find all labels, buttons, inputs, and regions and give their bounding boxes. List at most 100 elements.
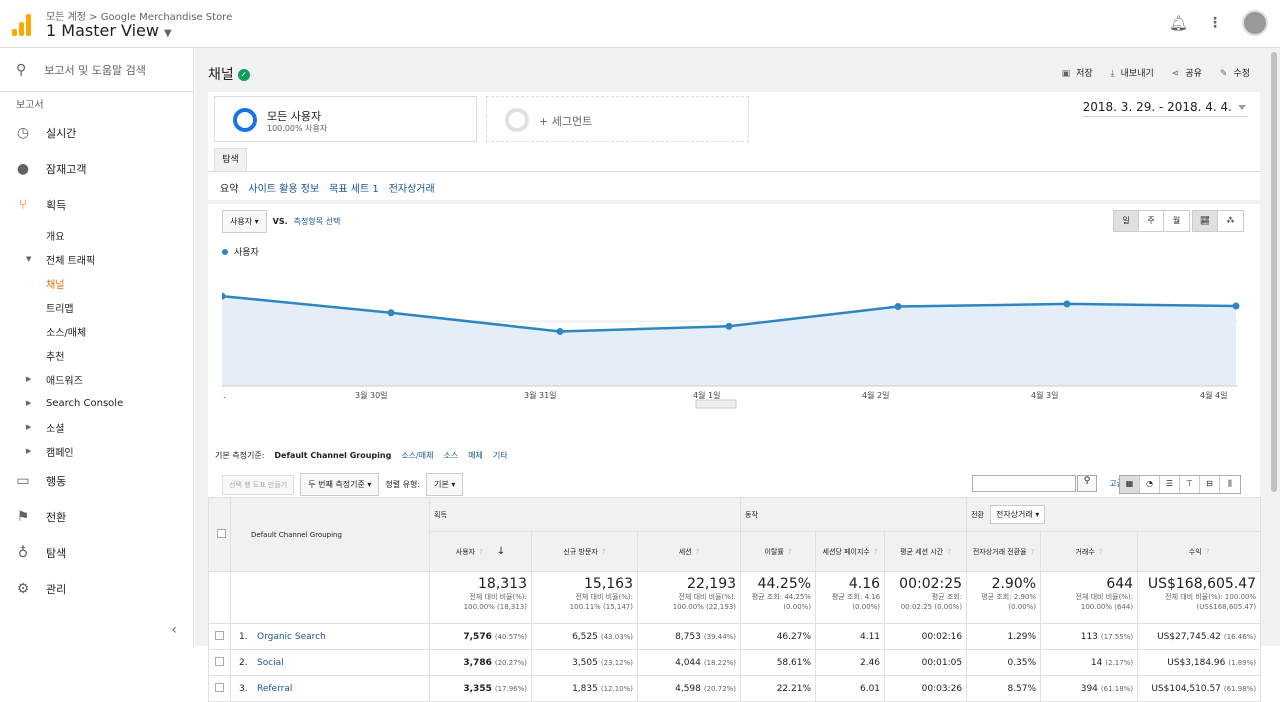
- save-button[interactable]: ▣ 저장: [1062, 66, 1093, 79]
- sort-type-dropdown[interactable]: 기본: [426, 473, 464, 496]
- sidebar-item-acquisition[interactable]: ⑂ 획득: [0, 187, 193, 223]
- help-icon[interactable]: ?: [788, 548, 792, 556]
- search-icon[interactable]: ⚲: [1077, 475, 1097, 492]
- col-users[interactable]: 사용자? ↓: [429, 531, 532, 572]
- date-range-picker[interactable]: 2018. 3. 29. - 2018. 4. 4.: [1082, 100, 1248, 117]
- page-scrollbar[interactable]: [1268, 48, 1280, 646]
- metric-dropdown[interactable]: 사용자: [222, 210, 267, 233]
- table-row[interactable]: 3. Referral 3,355 (17.96%) 1,835 (12.10%) 4,59…: [208, 675, 1262, 702]
- add-segment[interactable]: + 세그먼트: [486, 96, 749, 142]
- secondary-dimension-dropdown[interactable]: 두 번째 측정기준: [300, 473, 380, 496]
- sidebar-item-audience[interactable]: ● 잠재고객: [0, 151, 193, 187]
- sidebar-sub-referrals[interactable]: 추천: [0, 343, 193, 367]
- analytics-logo-icon[interactable]: [12, 14, 32, 36]
- col-transactions[interactable]: 거래수?: [1040, 531, 1139, 572]
- row-checkbox[interactable]: [215, 682, 224, 692]
- data-point[interactable]: [725, 322, 733, 330]
- col-pages-per-session[interactable]: 세션당 페이지수?: [815, 531, 886, 572]
- sidebar-sub-treemaps[interactable]: 트리맵: [0, 295, 193, 319]
- dimension-medium[interactable]: 매체: [468, 450, 483, 461]
- term-cloud-icon[interactable]: ⊟: [1200, 476, 1220, 493]
- select-metric-link[interactable]: 측정항목 선택: [294, 216, 341, 227]
- bell-icon[interactable]: 🔔︎: [1169, 14, 1188, 32]
- help-icon[interactable]: ?: [947, 548, 951, 556]
- data-point[interactable]: [1232, 302, 1240, 310]
- conversion-dropdown[interactable]: 전자상거래: [989, 505, 1046, 524]
- primary-dimension-current[interactable]: Default Channel Grouping: [274, 451, 391, 460]
- view-selector[interactable]: 1 Master View ▼: [46, 21, 172, 40]
- pivot-view-icon[interactable]: ⫼: [1220, 476, 1240, 493]
- col-new-users[interactable]: 신규 방문자?: [531, 531, 638, 572]
- sidebar-sub-channels[interactable]: 채널: [0, 271, 193, 295]
- subtab-site-usage[interactable]: 사이트 활용 정보: [248, 180, 319, 195]
- chart-resize-handle[interactable]: [695, 399, 737, 409]
- sidebar-sub-social[interactable]: ▶ 소셜: [0, 415, 193, 439]
- sidebar-item-admin[interactable]: ⚙ 관리: [0, 571, 193, 607]
- segment-all-users[interactable]: 모든 사용자 100.00% 사용자: [214, 96, 477, 142]
- sidebar-item-behavior[interactable]: ▭ 행동: [0, 463, 193, 499]
- help-icon[interactable]: ?: [1099, 548, 1103, 556]
- more-vert-icon[interactable]: ⋮: [1208, 15, 1222, 31]
- sidebar-sub-search-console[interactable]: ▶ Search Console: [0, 391, 193, 415]
- comparison-view-icon[interactable]: ⊤: [1180, 476, 1200, 493]
- dimension-source-medium[interactable]: 소스/매체: [401, 450, 433, 461]
- sidebar-search[interactable]: ⚲ 보고서 및 도움말 검색: [0, 48, 193, 92]
- data-point[interactable]: [556, 327, 564, 335]
- avatar[interactable]: [1242, 10, 1268, 36]
- tab-explorer[interactable]: 탐색: [214, 148, 247, 172]
- share-button[interactable]: ⋖ 공유: [1172, 66, 1202, 79]
- help-icon[interactable]: ?: [696, 548, 700, 556]
- sidebar-sub-adwords[interactable]: ▶ 애드워즈: [0, 367, 193, 391]
- dimension-source[interactable]: 소스: [443, 450, 458, 461]
- row-checkbox[interactable]: [215, 656, 224, 666]
- table-search-input[interactable]: [972, 475, 1076, 492]
- plot-rows-button[interactable]: 선택 행 도표 만들기: [222, 474, 295, 495]
- sidebar-sub-source-medium[interactable]: 소스/매체: [0, 319, 193, 343]
- table-row[interactable]: 2. Social 3,786 (20.27%) 3,505 (23.12%) 4,044(…: [208, 649, 1262, 676]
- help-icon[interactable]: ?: [1206, 548, 1210, 556]
- data-point[interactable]: [1063, 300, 1071, 308]
- collapse-sidebar-icon[interactable]: ‹: [171, 622, 177, 638]
- subtab-goal-set-1[interactable]: 목표 세트 1: [329, 180, 379, 195]
- sidebar-item-realtime[interactable]: ◷ 실시간: [0, 115, 193, 151]
- select-all-checkbox[interactable]: [217, 529, 226, 538]
- channel-link[interactable]: Referral: [257, 684, 292, 694]
- subtab-ecommerce[interactable]: 전자상거래: [389, 180, 435, 195]
- cell-value: 1.29%: [1007, 631, 1037, 642]
- channel-link[interactable]: Social: [257, 658, 284, 668]
- col-sessions[interactable]: 세션?: [636, 531, 742, 572]
- sidebar-sub-campaigns[interactable]: ▶ 캠페인: [0, 439, 193, 463]
- scrollbar-thumb[interactable]: [1271, 52, 1277, 492]
- dimension-header[interactable]: Default Channel Grouping: [230, 497, 430, 572]
- row-checkbox[interactable]: [215, 630, 224, 640]
- subtab-summary[interactable]: 요약: [220, 180, 238, 195]
- col-revenue[interactable]: 수익?: [1137, 531, 1262, 572]
- help-icon[interactable]: ?: [479, 548, 483, 556]
- data-point[interactable]: [894, 303, 902, 311]
- col-avg-session-duration[interactable]: 평균 세션 시간?: [884, 531, 968, 572]
- sidebar-sub-all-traffic[interactable]: ▼ 전체 트래픽: [0, 247, 193, 271]
- sidebar-item-discover[interactable]: ♁ 탐색: [0, 535, 193, 571]
- help-icon[interactable]: ?: [602, 548, 606, 556]
- sidebar-item-conversions[interactable]: ⚑ 전환: [0, 499, 193, 535]
- dimension-other[interactable]: 기타: [493, 450, 508, 461]
- line-chart-icon[interactable]: 📈︎: [1193, 211, 1218, 231]
- channel-link[interactable]: Organic Search: [257, 632, 326, 642]
- data-point[interactable]: [387, 309, 395, 317]
- export-button[interactable]: ⤓ 내보내기: [1111, 66, 1154, 79]
- help-icon[interactable]: ?: [874, 548, 878, 556]
- pie-view-icon[interactable]: ◔: [1140, 476, 1160, 493]
- week-button[interactable]: 주: [1139, 211, 1164, 231]
- col-bounce-rate[interactable]: 이탈률?: [740, 531, 817, 572]
- col-conversion-rate[interactable]: 전자상거래 전환율?: [966, 531, 1042, 572]
- table-view-icon[interactable]: ▦: [1120, 476, 1140, 493]
- sidebar-sub-overview[interactable]: 개요: [0, 223, 193, 247]
- performance-view-icon[interactable]: ☰: [1160, 476, 1180, 493]
- month-button[interactable]: 월: [1164, 211, 1189, 231]
- motion-chart-icon[interactable]: ⁂: [1218, 211, 1243, 231]
- table-cell: 3,355 (17.96%): [429, 675, 532, 702]
- cell-value: 14: [1090, 657, 1103, 668]
- edit-button[interactable]: ✎ 수정: [1220, 66, 1250, 79]
- day-button[interactable]: 일: [1114, 211, 1139, 231]
- help-icon[interactable]: ?: [1031, 548, 1035, 556]
